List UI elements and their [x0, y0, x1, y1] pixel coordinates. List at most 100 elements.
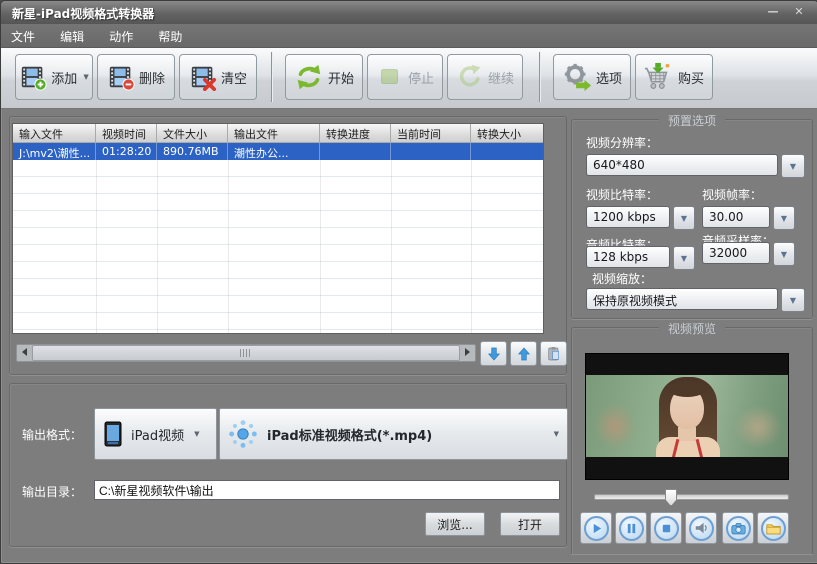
cell-output-file: 潮性办公... — [228, 143, 320, 160]
browse-button[interactable]: 浏览... — [425, 512, 485, 536]
actress-neck — [678, 427, 696, 441]
framerate-select[interactable]: 30.00 — [702, 206, 770, 228]
column-header-output-file[interactable]: 输出文件 — [228, 124, 320, 142]
shopping-cart-icon — [644, 62, 670, 89]
column-header-input-file[interactable]: 输入文件 — [13, 124, 96, 142]
format-select-value: iPad标准视频格式(*.mp4) — [267, 428, 433, 444]
file-table-header: 输入文件 视频时间 文件大小 输出文件 转换进度 当前时间 转换大小 — [13, 124, 543, 143]
add-button-label: 添加 — [51, 71, 78, 87]
audio-bitrate-caret-icon[interactable]: ▼ — [673, 246, 695, 270]
start-button[interactable]: 开始 — [285, 54, 363, 100]
device-select-value: iPad视频 — [131, 428, 185, 444]
paste-button[interactable] — [540, 341, 567, 366]
column-header-current-time[interactable]: 当前时间 — [391, 124, 471, 142]
menu-edit[interactable]: 编辑 — [50, 24, 94, 49]
move-down-button[interactable] — [480, 341, 507, 366]
stop-playback-icon — [653, 515, 679, 541]
options-button[interactable]: 选项 — [553, 54, 631, 100]
grid-line — [471, 143, 472, 333]
video-bitrate-select[interactable]: 1200 kbps — [586, 206, 670, 228]
menu-file[interactable]: 文件 — [1, 24, 45, 49]
output-dir-input[interactable] — [94, 480, 560, 500]
open-folder-button[interactable] — [757, 512, 789, 544]
device-select[interactable]: iPad视频 ▼ — [94, 408, 217, 460]
resolution-select[interactable]: 640*480 — [586, 154, 778, 176]
video-bitrate-label: 视频比特率： — [586, 188, 659, 202]
video-scale-label: 视频缩放： — [592, 272, 653, 286]
add-button[interactable]: 添加 ▼ — [15, 54, 93, 100]
cell-duration: 01:28:20 — [96, 143, 157, 160]
seek-slider-thumb[interactable] — [665, 489, 677, 506]
table-row-selected[interactable]: J:\mv2\潮性... 01:28:20 890.76MB 潮性办公... — [13, 143, 543, 160]
seek-slider[interactable] — [594, 489, 789, 506]
sample-rate-select[interactable]: 32000 — [702, 242, 770, 264]
framerate-caret-icon[interactable]: ▼ — [773, 206, 795, 230]
column-header-progress[interactable]: 转换进度 — [320, 124, 391, 142]
add-dropdown-caret-icon[interactable]: ▼ — [83, 73, 88, 81]
move-up-button[interactable] — [510, 341, 537, 366]
gear-icon — [564, 63, 592, 92]
play-button[interactable] — [580, 512, 612, 544]
options-button-label: 选项 — [595, 71, 622, 87]
cell-input-file: J:\mv2\潮性... — [13, 143, 96, 160]
resume-icon — [459, 64, 481, 87]
app-window: 新星-iPad视频格式转换器 — ✕ 文件 编辑 动作 帮助 添加 ▼ 删除 清… — [0, 0, 817, 564]
resolution-caret-icon[interactable]: ▼ — [781, 154, 805, 178]
start-button-label: 开始 — [327, 71, 354, 87]
output-dir-label: 输出目录： — [22, 485, 83, 499]
format-select[interactable]: iPad标准视频格式(*.mp4) ▼ — [219, 408, 568, 460]
menu-bar: 文件 编辑 动作 帮助 — [1, 24, 817, 48]
column-header-file-size[interactable]: 文件大小 — [157, 124, 228, 142]
toolbar-separator — [271, 52, 272, 102]
video-scale-caret-icon[interactable]: ▼ — [781, 288, 805, 312]
clipboard-icon — [547, 346, 559, 360]
video-bitrate-caret-icon[interactable]: ▼ — [673, 206, 695, 230]
cell-file-size: 890.76MB — [157, 143, 228, 160]
video-preview-frame — [585, 353, 789, 480]
close-button[interactable]: ✕ — [788, 5, 810, 20]
scroll-right-icon[interactable] — [460, 345, 475, 359]
open-button[interactable]: 打开 — [500, 512, 560, 536]
column-header-converted-size[interactable]: 转换大小 — [471, 124, 541, 142]
cell-current-time — [391, 143, 471, 160]
delete-button[interactable]: 删除 — [97, 54, 175, 100]
grid-line — [157, 143, 158, 333]
start-convert-icon — [297, 64, 321, 90]
menu-action[interactable]: 动作 — [99, 24, 143, 49]
minimize-button[interactable]: — — [762, 5, 784, 20]
buy-button[interactable]: 购买 — [635, 54, 713, 100]
scrollbar-grip — [240, 349, 252, 357]
title-bar: 新星-iPad视频格式转换器 — ✕ — [1, 1, 817, 24]
preset-options-title: 预置选项 — [658, 112, 726, 129]
pause-button[interactable] — [615, 512, 647, 544]
format-molecule-icon — [229, 420, 257, 448]
scrollbar-thumb[interactable] — [32, 345, 460, 361]
file-table-body: J:\mv2\潮性... 01:28:20 890.76MB 潮性办公... — [13, 143, 543, 333]
resume-button[interactable]: 继续 — [447, 54, 523, 100]
resolution-label: 视频分辨率： — [586, 136, 659, 150]
sample-rate-caret-icon[interactable]: ▼ — [773, 242, 795, 266]
background-blur — [734, 405, 782, 449]
format-caret-icon: ▼ — [553, 430, 559, 438]
video-scale-select[interactable]: 保持原视频模式 — [586, 288, 778, 310]
stop-playback-button[interactable] — [650, 512, 682, 544]
volume-icon — [688, 515, 714, 541]
camera-icon — [725, 515, 751, 541]
folder-icon — [760, 515, 786, 541]
preset-options-group: 预置选项 视频分辨率： 640*480 ▼ 视频比特率： 视频帧率： 1200 … — [571, 112, 813, 319]
menu-help[interactable]: 帮助 — [148, 24, 192, 49]
column-header-duration[interactable]: 视频时间 — [96, 124, 157, 142]
output-group: 输出格式： iPad视频 ▼ iPad标准视频格式(*.mp4) ▼ 输出目录： — [9, 383, 568, 547]
film-add-icon — [22, 66, 47, 91]
audio-bitrate-select[interactable]: 128 kbps — [586, 246, 670, 268]
snapshot-button[interactable] — [722, 512, 754, 544]
stop-button[interactable]: 停止 — [367, 54, 443, 100]
horizontal-scrollbar[interactable] — [16, 344, 476, 362]
mute-button[interactable] — [685, 512, 717, 544]
video-preview-title: 视频预览 — [658, 320, 726, 337]
film-remove-icon — [109, 66, 135, 91]
background-blur — [594, 403, 636, 449]
clear-button[interactable]: 清空 — [179, 54, 257, 100]
scroll-left-icon[interactable] — [17, 345, 32, 359]
actress-fringe — [668, 381, 706, 397]
